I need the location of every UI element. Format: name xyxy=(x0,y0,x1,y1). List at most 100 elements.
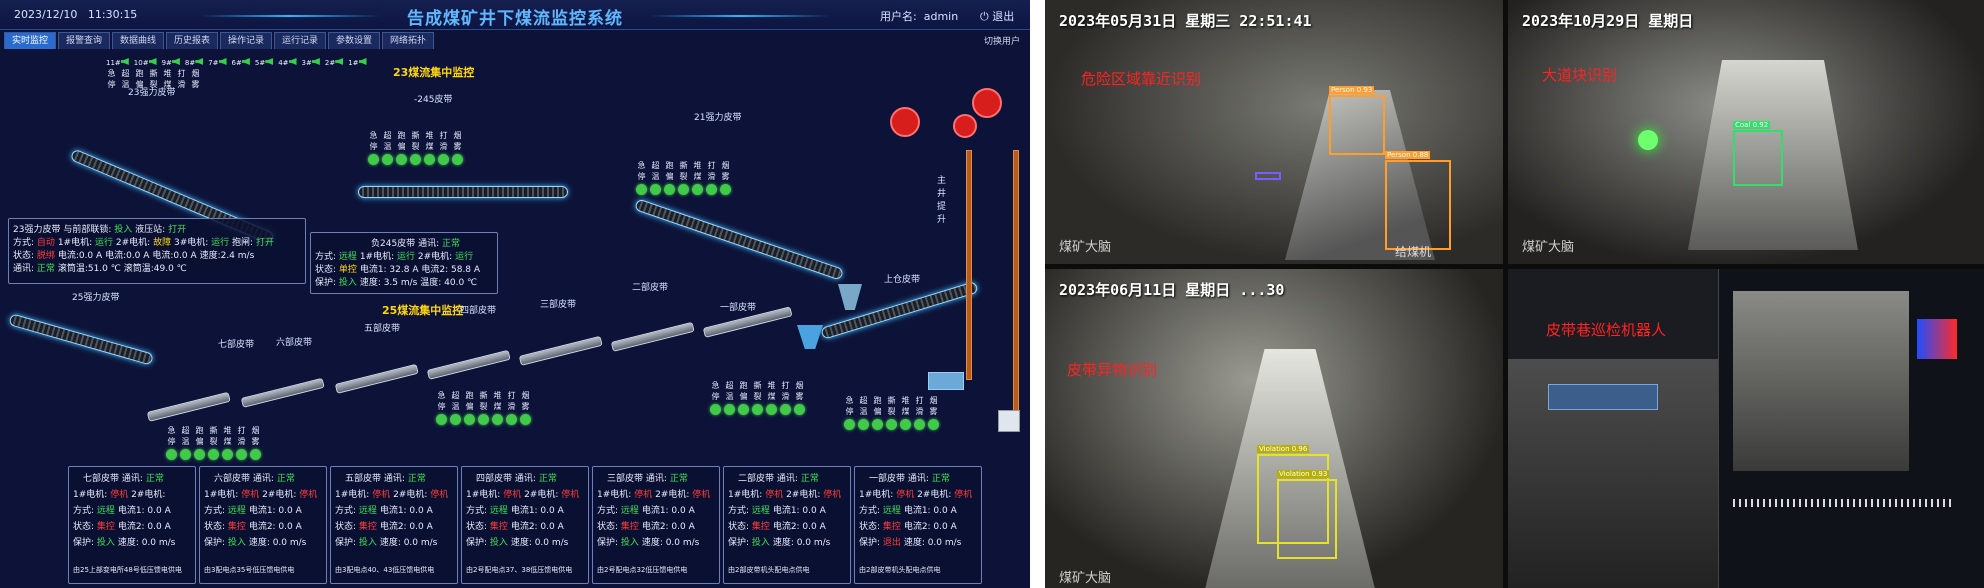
hoist-wheel-2 xyxy=(953,114,977,138)
cam1-timestamp: 2023年05月31日 星期三 22:51:41 xyxy=(1059,12,1312,30)
status-indicator xyxy=(766,404,777,415)
hoist-wheel-3 xyxy=(972,88,1002,118)
status-indicator xyxy=(478,414,489,425)
signal-label-2: 雾 xyxy=(929,407,938,416)
signal-label: 打 xyxy=(507,391,516,400)
signal-group-2: 急超跑撕堆打烟停温偏裂煤滑雾 xyxy=(710,380,805,415)
signal-label: 急 xyxy=(167,426,176,435)
signal-label: 超 xyxy=(181,426,190,435)
signal-label-2: 雾 xyxy=(251,437,260,446)
speaker-icon: 10# xyxy=(134,58,157,67)
signal-label: 烟 xyxy=(721,161,730,170)
belt-label-25: 25强力皮带 xyxy=(72,293,120,303)
signal-label-2: 温 xyxy=(651,172,660,181)
cam3-box-2: Violation 0.93 xyxy=(1277,470,1337,559)
status-indicator xyxy=(928,419,939,430)
signal-label-2: 停 xyxy=(637,172,646,181)
tab-4[interactable]: 操作记录 xyxy=(220,32,272,49)
cam3-watermark: 煤矿大脑 xyxy=(1059,571,1112,586)
header-23: 23煤流集中监控 xyxy=(393,66,475,79)
panel-motor-row: 1#电机: 停机 2#电机: xyxy=(73,490,166,500)
status-indicator xyxy=(506,414,517,425)
p23-row-1: 23强力皮带 与前部联锁: 投入 液压站: 打开 xyxy=(13,225,187,235)
panel-245-belt: 负245皮带 通讯: 正常 方式: 远程 1#电机: 运行 2#电机: 运行 状… xyxy=(310,232,498,294)
signal-label-2: 停 xyxy=(711,392,720,401)
logout-button[interactable]: ⏻ 退出 xyxy=(980,8,1014,24)
status-indicator xyxy=(858,419,869,430)
status-indicator xyxy=(452,154,463,165)
cam1-box-person-1: Person 0.93 xyxy=(1329,86,1385,155)
status-indicator xyxy=(710,404,721,415)
signal-label-2: 温 xyxy=(181,437,190,446)
status-indicator xyxy=(438,154,449,165)
alarm-speakers-23: 11# 10# 9# 8# 7# 6# 5# 4# 3# 2# 1# xyxy=(106,58,367,67)
signal-label: 超 xyxy=(651,161,660,170)
status-indicator xyxy=(450,414,461,425)
status-indicator xyxy=(208,449,219,460)
status-indicator xyxy=(780,404,791,415)
signal-label-2: 裂 xyxy=(753,392,762,401)
cam1-caption: 危险区域靠近识别 xyxy=(1081,70,1202,88)
p23-row-2: 方式: 自动 1#电机: 运行 2#电机: 故障 3#电机: 运行 抱闸: 打开 xyxy=(13,238,274,248)
tab-0[interactable]: 实时监控 xyxy=(4,32,56,49)
cam4-ui-timeline[interactable] xyxy=(1733,499,1953,507)
signal-label: 撕 xyxy=(149,69,158,78)
signal-label-2: 滑 xyxy=(439,142,448,151)
signal-label: 堆 xyxy=(163,69,172,78)
status-indicator xyxy=(724,404,735,415)
speaker-icon: 8# xyxy=(185,58,204,67)
cam4-robot-ui xyxy=(1718,269,1984,588)
signal-label-2: 偏 xyxy=(397,142,406,151)
p23-row-4: 通讯: 正常 滚筒温:51.0 ℃ 滚筒温:49.0 ℃ xyxy=(13,264,187,274)
panel-motor-row: 1#电机: 停机 2#电机: 停机 xyxy=(204,490,318,500)
system-title: 告成煤矿井下煤流监控系统 xyxy=(407,9,623,29)
hopper-2 xyxy=(797,325,823,349)
signal-label-2: 停 xyxy=(369,142,378,151)
panel-footer: 由3配电点35号低压馈电供电 xyxy=(204,566,295,574)
signal-label: 堆 xyxy=(493,391,502,400)
signal-label-2: 雾 xyxy=(191,80,200,89)
panel-motor-row: 1#电机: 停机 2#电机: 停机 xyxy=(335,490,449,500)
signal-label: 跑 xyxy=(873,396,882,405)
panel-protect-row: 保护: 投入 速度: 0.0 m/s xyxy=(73,538,176,548)
panel-belt-6: 六部皮带 通讯: 正常 1#电机: 停机 2#电机: 停机 方式: 远程 电流1… xyxy=(199,466,327,584)
tab-7[interactable]: 网络拓扑 xyxy=(382,32,434,49)
status-indicator xyxy=(222,449,233,460)
signal-label: 急 xyxy=(845,396,854,405)
tab-6[interactable]: 参数设置 xyxy=(328,32,380,49)
signal-label-2: 偏 xyxy=(195,437,204,446)
signal-label: 急 xyxy=(637,161,646,170)
signal-label: 跑 xyxy=(739,381,748,390)
tab-3[interactable]: 历史报表 xyxy=(166,32,218,49)
belt-label-6: 六部皮带 xyxy=(276,338,313,348)
signal-group-4: 急超跑撕堆打烟停温偏裂煤滑雾 xyxy=(436,390,531,425)
signal-label: 打 xyxy=(915,396,924,405)
signal-label: 堆 xyxy=(425,131,434,140)
signal-label-2: 滑 xyxy=(237,437,246,446)
panel-footer: 由2号配电点32低压馈电供电 xyxy=(597,566,688,574)
signal-label-2: 偏 xyxy=(873,407,882,416)
cam2-timestamp: 2023年10月29日 星期日 xyxy=(1522,12,1694,30)
signal-label: 烟 xyxy=(521,391,530,400)
panel-mode-row: 方式: 远程 电流1: 0.0 A xyxy=(597,506,695,516)
panel-title-row: 三部皮带 通讯: 正常 xyxy=(607,474,688,484)
panel-footer: 由2号配电点37、38低压馈电供电 xyxy=(466,566,573,574)
signal-label-2: 温 xyxy=(451,402,460,411)
panel-footer: 由2部皮带机头配电点供电 xyxy=(728,566,810,574)
switch-user-button[interactable]: 切换用户 xyxy=(984,34,1020,47)
tab-2[interactable]: 数据曲线 xyxy=(112,32,164,49)
speaker-icon: 11# xyxy=(106,58,129,67)
speaker-icon: 1# xyxy=(348,58,367,67)
tab-1[interactable]: 报警查询 xyxy=(58,32,110,49)
belt-5 xyxy=(334,363,419,394)
signal-label: 撕 xyxy=(209,426,218,435)
cam2-box-coal: Coal 0.92 xyxy=(1733,121,1783,186)
signal-label: 堆 xyxy=(901,396,910,405)
belt-label-4: 四部皮带 xyxy=(460,306,497,316)
signal-label-2: 煤 xyxy=(693,172,702,181)
user-info: 用户名: admin xyxy=(880,10,959,23)
shaft-pole-right xyxy=(1013,150,1019,420)
signal-label: 跑 xyxy=(465,391,474,400)
belt-label-1: 一部皮带 xyxy=(720,303,757,313)
tab-5[interactable]: 运行记录 xyxy=(274,32,326,49)
